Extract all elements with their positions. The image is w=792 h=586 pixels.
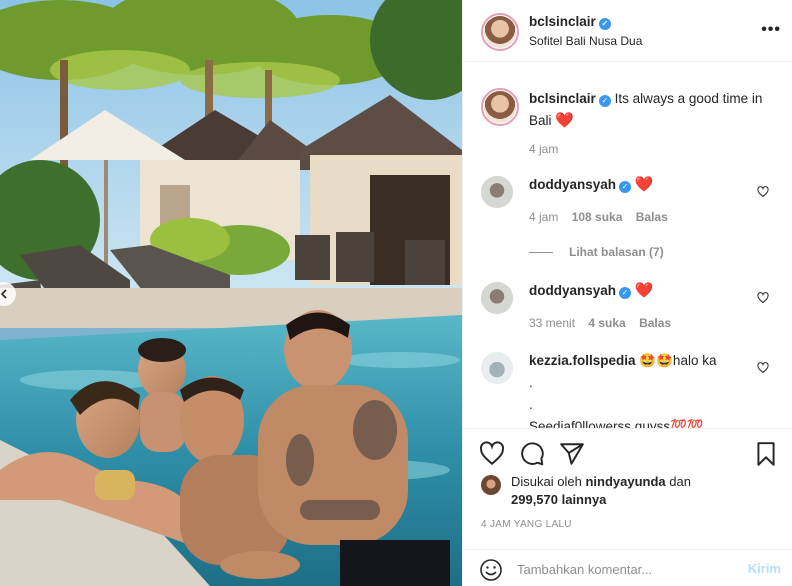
comment-like-heart-icon[interactable] (757, 186, 769, 198)
likes-prefix: Disukai oleh (511, 474, 582, 489)
more-options-icon[interactable]: ••• (761, 22, 781, 38)
commenter-avatar[interactable] (481, 176, 513, 208)
author-avatar[interactable] (481, 13, 519, 51)
reply-button[interactable]: Balas (636, 210, 668, 224)
comment-input[interactable] (517, 558, 737, 580)
liker-avatar[interactable] (481, 475, 501, 495)
likes-text: Disukai oleh nindyayunda dan 299,570 lai… (511, 473, 781, 509)
chevron-left-icon (0, 289, 7, 299)
caption-text: bclsinclair ✓ Its always a good time in B… (529, 88, 769, 132)
comment-meta: 4 jam 108 suka Balas (529, 210, 678, 224)
caption: bclsinclair ✓ Its always a good time in B… (479, 88, 779, 168)
comment-meta: 33 menit 4 suka Balas (529, 316, 681, 330)
caption-meta: 4 jam (529, 142, 568, 156)
comment-time[interactable]: 4 jam (529, 210, 558, 224)
liker-username[interactable]: nindyayunda (585, 474, 665, 489)
caption-time[interactable]: 4 jam (529, 142, 558, 156)
comment-line: . (529, 397, 533, 412)
comment-text: doddyansyah ✓ ❤️ (529, 174, 769, 196)
view-replies-button[interactable]: Lihat balasan (7) (529, 245, 664, 259)
commenter-avatar[interactable] (481, 282, 513, 314)
comments-list[interactable]: bclsinclair ✓ Its always a good time in B… (463, 62, 792, 428)
bookmark-icon[interactable] (753, 441, 779, 467)
verified-badge-icon: ✓ (619, 181, 632, 193)
post-timestamp[interactable]: 4 JAM YANG LALU (481, 519, 572, 530)
comment-username[interactable]: doddyansyah (529, 283, 616, 298)
post-side-panel: bclsinclair ✓ Sofitel Bali Nusa Dua ••• b… (462, 0, 792, 586)
comment-body: 🤩🤩halo ka (639, 353, 717, 368)
post-location[interactable]: Sofitel Bali Nusa Dua (529, 34, 642, 48)
post-photo-image (0, 0, 462, 586)
comment-username[interactable]: doddyansyah (529, 177, 616, 192)
comment-body: ❤️ (634, 282, 654, 299)
share-icon[interactable] (559, 441, 585, 467)
post-actions: Disukai oleh nindyayunda dan 299,570 lai… (463, 428, 792, 586)
comment-like-heart-icon[interactable] (757, 362, 769, 374)
replies-divider (529, 252, 553, 254)
comment-icon[interactable] (519, 441, 545, 467)
comment-item: doddyansyah ✓ ❤️ 33 menit 4 suka Balas (479, 280, 779, 340)
post-header: bclsinclair ✓ Sofitel Bali Nusa Dua ••• (463, 0, 792, 62)
post-comment-button[interactable]: Kirim (748, 561, 781, 576)
comment-body: ❤️ (634, 176, 654, 193)
post-photo[interactable] (0, 0, 462, 586)
likes-connector: dan (669, 474, 691, 489)
reply-button[interactable]: Balas (639, 316, 671, 330)
verified-badge-icon: ✓ (598, 95, 611, 107)
caption-username[interactable]: bclsinclair (529, 91, 596, 106)
red-heart-emoji: ❤️ (555, 112, 574, 129)
heart-icon[interactable] (479, 441, 505, 467)
comment-line: Seediaf0llowerss guyss💯💯 (529, 419, 704, 428)
view-replies-label: Lihat balasan (7) (569, 245, 664, 259)
comment-item: doddyansyah ✓ ❤️ 4 jam 108 suka Balas (479, 174, 779, 234)
comment-like-heart-icon[interactable] (757, 292, 769, 304)
add-comment-bar: Kirim (463, 549, 792, 586)
comment-line: . (529, 375, 533, 390)
verified-badge-icon: ✓ (619, 287, 632, 299)
emoji-icon[interactable] (479, 558, 503, 582)
likes-others[interactable]: 299,570 lainnya (511, 492, 606, 507)
caption-avatar[interactable] (481, 88, 519, 126)
comment-item: kezzia.follspedia 🤩🤩halo ka . . Seediaf0… (479, 350, 779, 428)
comment-likes[interactable]: 108 suka (572, 210, 623, 224)
comment-username[interactable]: kezzia.follspedia (529, 353, 636, 368)
author-username-row: bclsinclair ✓ (529, 14, 611, 30)
author-username[interactable]: bclsinclair (529, 14, 596, 29)
comment-time[interactable]: 33 menit (529, 316, 575, 330)
verified-badge-icon: ✓ (598, 18, 611, 30)
comment-likes[interactable]: 4 suka (588, 316, 625, 330)
commenter-avatar[interactable] (481, 352, 513, 384)
comment-text: doddyansyah ✓ ❤️ (529, 280, 769, 302)
comment-text: kezzia.follspedia 🤩🤩halo ka . . Seediaf0… (529, 350, 769, 428)
